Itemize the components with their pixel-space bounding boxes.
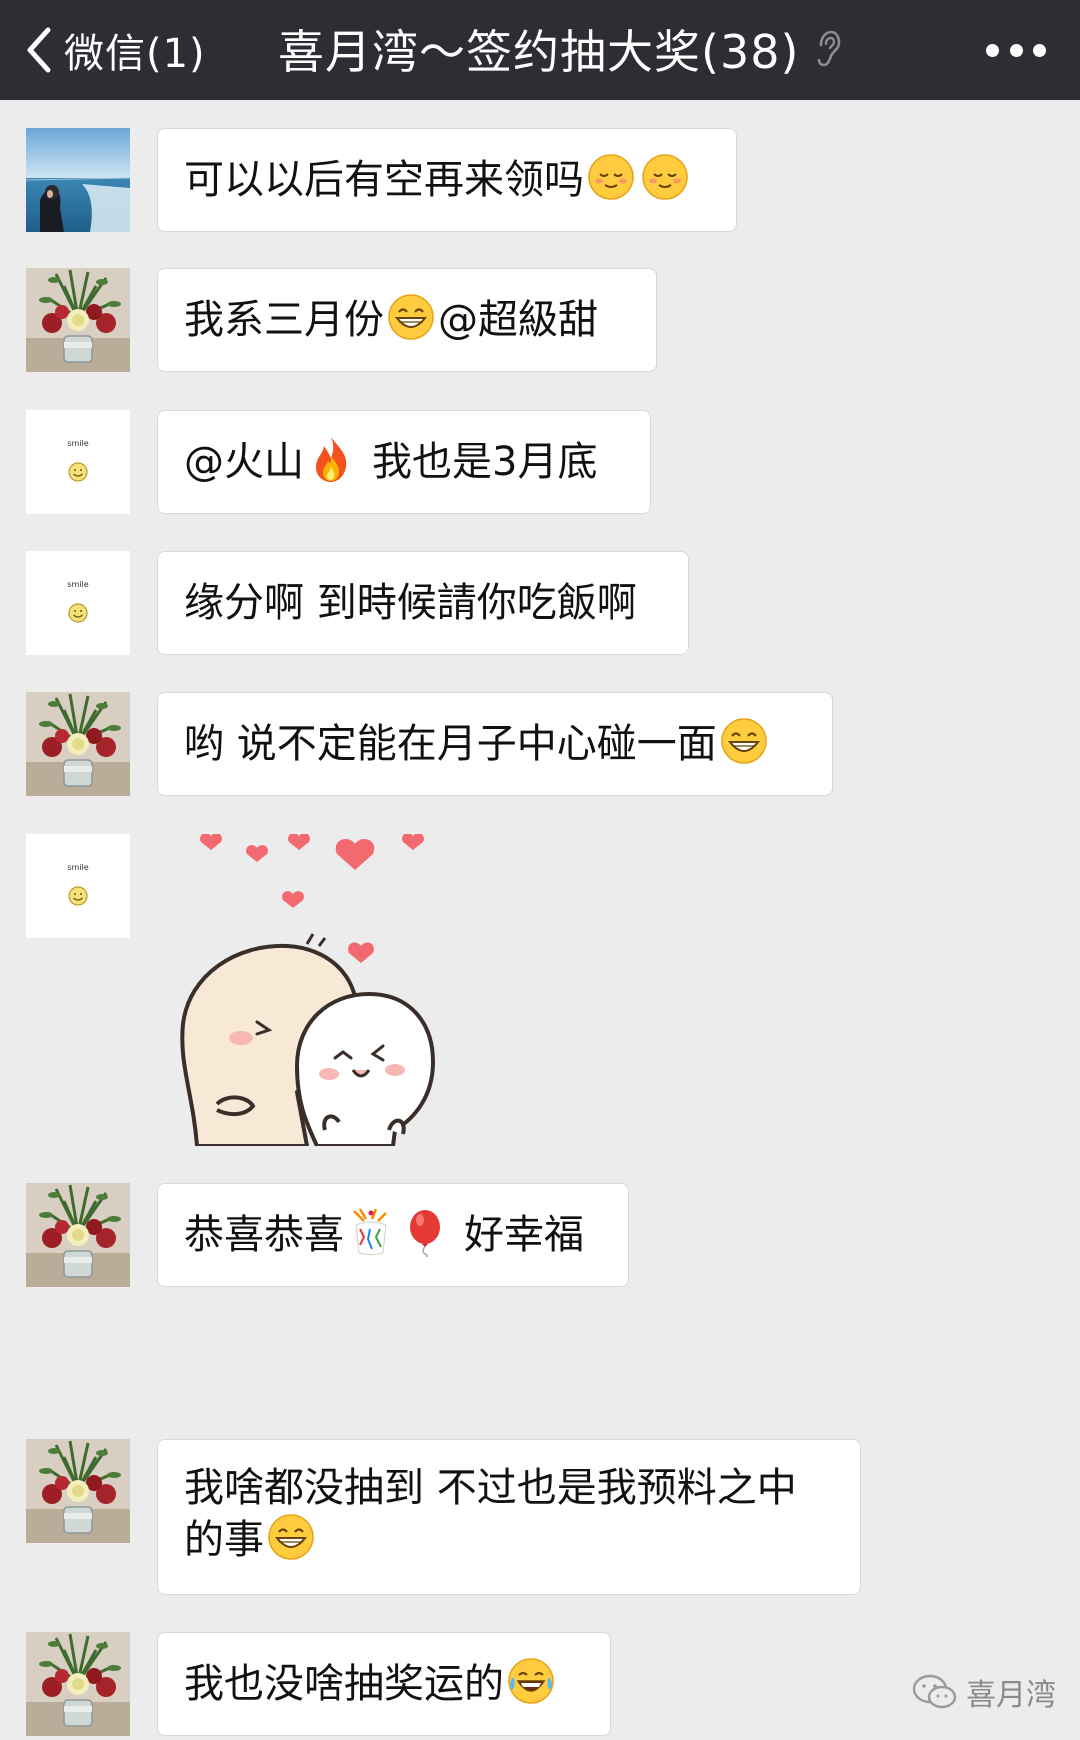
- avatar-card-text: smile: [67, 439, 88, 448]
- back-label: 微信(1): [64, 31, 206, 77]
- message-bubble[interactable]: 可以以后有空再来领吗: [157, 128, 737, 232]
- more-options-button[interactable]: [986, 36, 1046, 64]
- fire-emoji-icon: [306, 434, 356, 484]
- blush-emoji-icon: [586, 152, 636, 202]
- back-button[interactable]: 微信(1): [22, 18, 206, 82]
- balloon-emoji-icon: [400, 1207, 450, 1257]
- confetti-emoji-icon: [346, 1207, 396, 1257]
- chat-header: 微信(1) 喜月湾～签约抽大奖(38): [0, 0, 1080, 100]
- message-text: 哟 说不定能在月子中心碰一面: [184, 721, 717, 767]
- chat-title: 喜月湾～签约抽大奖(38): [278, 14, 841, 84]
- message-text: 我也没啥抽奖运的: [184, 1661, 504, 1707]
- blush-emoji-icon: [640, 152, 690, 202]
- dot-icon: [1009, 43, 1023, 57]
- dot-icon: [986, 43, 999, 57]
- message-bubble[interactable]: 恭喜恭喜 好幸福: [157, 1183, 629, 1287]
- group-name: 喜月湾～签约抽大奖(38): [278, 25, 800, 79]
- avatar-card-text: smile: [67, 580, 88, 589]
- message-bubble[interactable]: 缘分啊 到時候請你吃飯啊: [157, 551, 689, 655]
- hugging-bunnies-sticker[interactable]: [157, 834, 517, 1146]
- mention-text: @火山: [184, 439, 304, 485]
- flower-vase-avatar[interactable]: [26, 692, 130, 796]
- message-bubble[interactable]: 我也没啥抽奖运的: [157, 1632, 611, 1736]
- wechat-logo-icon: [912, 1674, 957, 1709]
- flower-vase-avatar[interactable]: [26, 1632, 130, 1736]
- mention-text: @超級甜: [438, 297, 598, 343]
- flower-vase-avatar[interactable]: [26, 268, 130, 372]
- grin-emoji-icon: [386, 292, 436, 342]
- chevron-left-icon: [27, 27, 51, 73]
- grin-emoji-icon: [266, 1512, 316, 1562]
- flower-vase-avatar[interactable]: [26, 1183, 130, 1287]
- dot-icon: [1033, 43, 1046, 57]
- message-bubble[interactable]: 我系三月份 @超級甜: [157, 268, 657, 372]
- message-bubble[interactable]: 我啥都没抽到 不过也是我预料之中 的事: [157, 1439, 861, 1595]
- grin-emoji-icon: [719, 716, 769, 766]
- message-text: 好幸福: [464, 1212, 584, 1258]
- ear-icon: [815, 29, 841, 69]
- message-text: 恭喜恭喜: [184, 1212, 344, 1258]
- message-bubble[interactable]: @火山 我也是3月底: [157, 410, 651, 514]
- message-text: 可以以后有空再来领吗: [184, 157, 584, 203]
- message-text: 的事: [184, 1517, 264, 1563]
- watermark-label: 喜月湾: [966, 1678, 1056, 1713]
- message-text: 我系三月份: [184, 297, 384, 343]
- smile-card-avatar[interactable]: smile: [26, 551, 130, 655]
- message-text: 我也是3月底: [372, 439, 598, 485]
- message-text: 缘分啊 到時候請你吃飯啊: [184, 580, 637, 626]
- account-watermark: 喜月湾: [912, 1668, 1056, 1716]
- message-text: 我啥都没抽到 不过也是我预料之中: [184, 1465, 797, 1511]
- smile-card-avatar[interactable]: smile: [26, 834, 130, 938]
- tears-of-joy-emoji-icon: [506, 1656, 556, 1706]
- avatar-card-text: smile: [67, 863, 88, 872]
- sea-photo-avatar[interactable]: [26, 128, 130, 232]
- message-bubble[interactable]: 哟 说不定能在月子中心碰一面: [157, 692, 833, 796]
- smile-card-avatar[interactable]: smile: [26, 410, 130, 514]
- flower-vase-avatar[interactable]: [26, 1439, 130, 1543]
